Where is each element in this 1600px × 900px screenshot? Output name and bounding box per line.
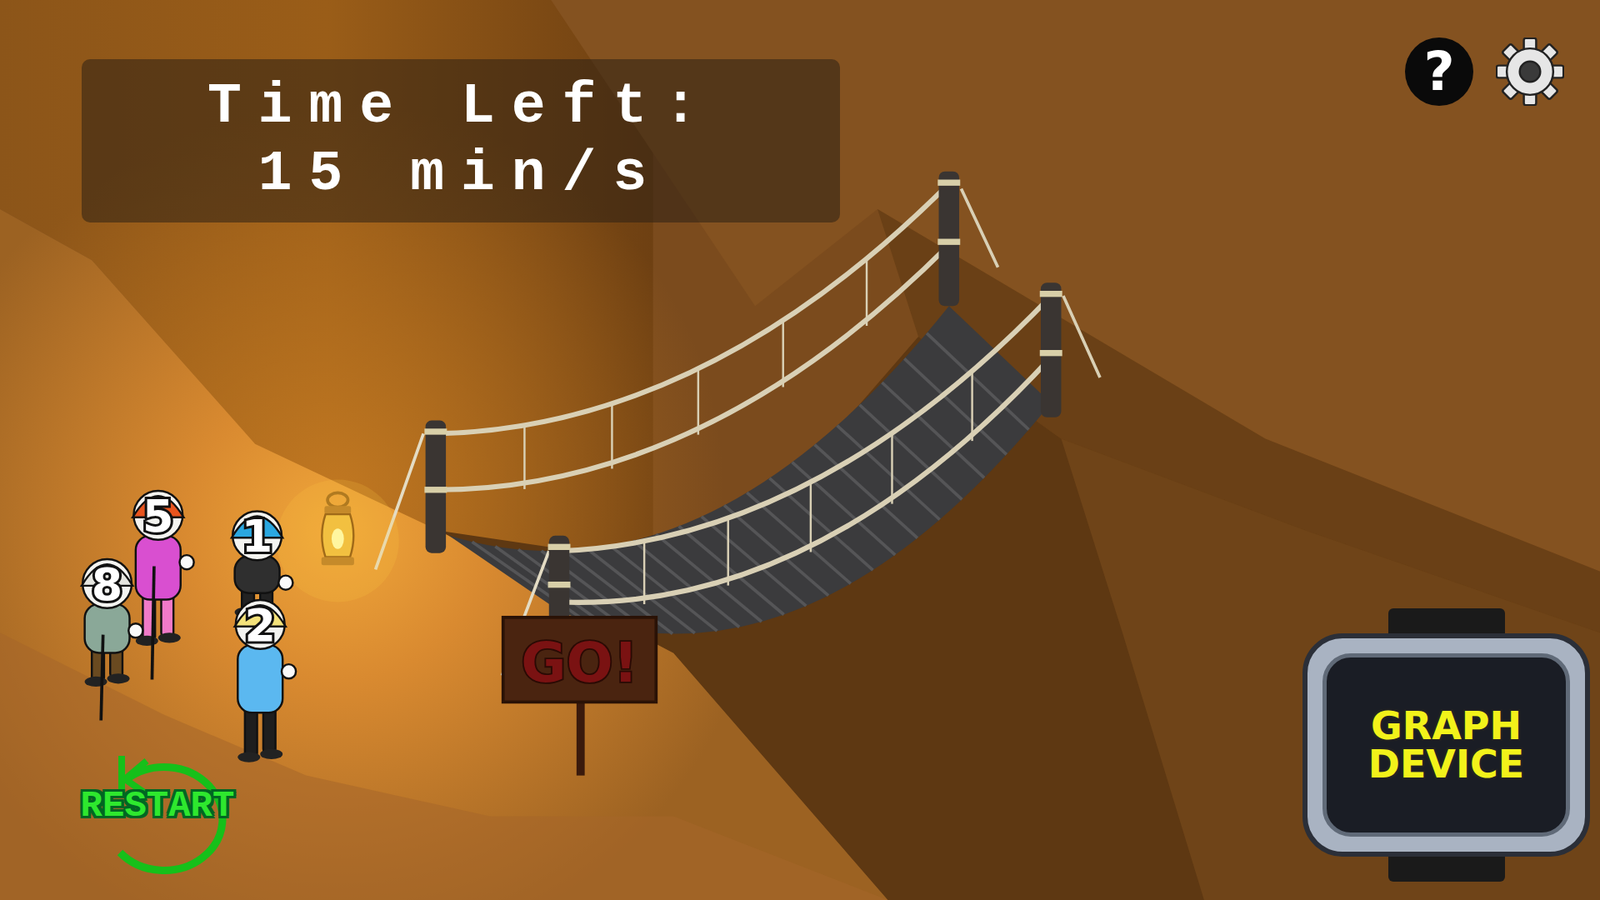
graph-device-button[interactable]: GRAPH DEVICE [1302, 608, 1590, 882]
character-number: 2 [245, 599, 276, 652]
timer-value: 15 min/s [258, 143, 664, 206]
restart-label: RESTART [36, 784, 279, 829]
restart-button[interactable]: RESTART [36, 745, 279, 881]
timer-label: Time Left: [207, 75, 715, 139]
character[interactable]: 8 [81, 558, 143, 720]
help-button[interactable]: ? [1405, 37, 1474, 106]
character[interactable]: 2 [235, 599, 296, 763]
game-screen: 5 1 8 2 GO! Time Left:15 min/s? RESTART GRAPH D… [0, 0, 1600, 900]
go-sign[interactable]: GO! [503, 617, 657, 776]
rope-bridge [375, 171, 1100, 676]
timer-panel: Time Left:15 min/s [81, 59, 840, 223]
lantern-icon[interactable] [276, 480, 400, 603]
character[interactable]: 5 [132, 490, 194, 680]
character-number: 5 [142, 490, 174, 543]
go-label: GO! [520, 630, 639, 695]
character-number: 1 [241, 510, 273, 563]
watch-screen: GRAPH DEVICE [1322, 653, 1570, 837]
gear-icon[interactable] [1495, 37, 1565, 106]
graph-device-label: GRAPH DEVICE [1350, 706, 1543, 784]
watch-body: GRAPH DEVICE [1302, 633, 1590, 857]
character-number: 8 [91, 558, 123, 611]
help-label: ? [1423, 45, 1455, 99]
